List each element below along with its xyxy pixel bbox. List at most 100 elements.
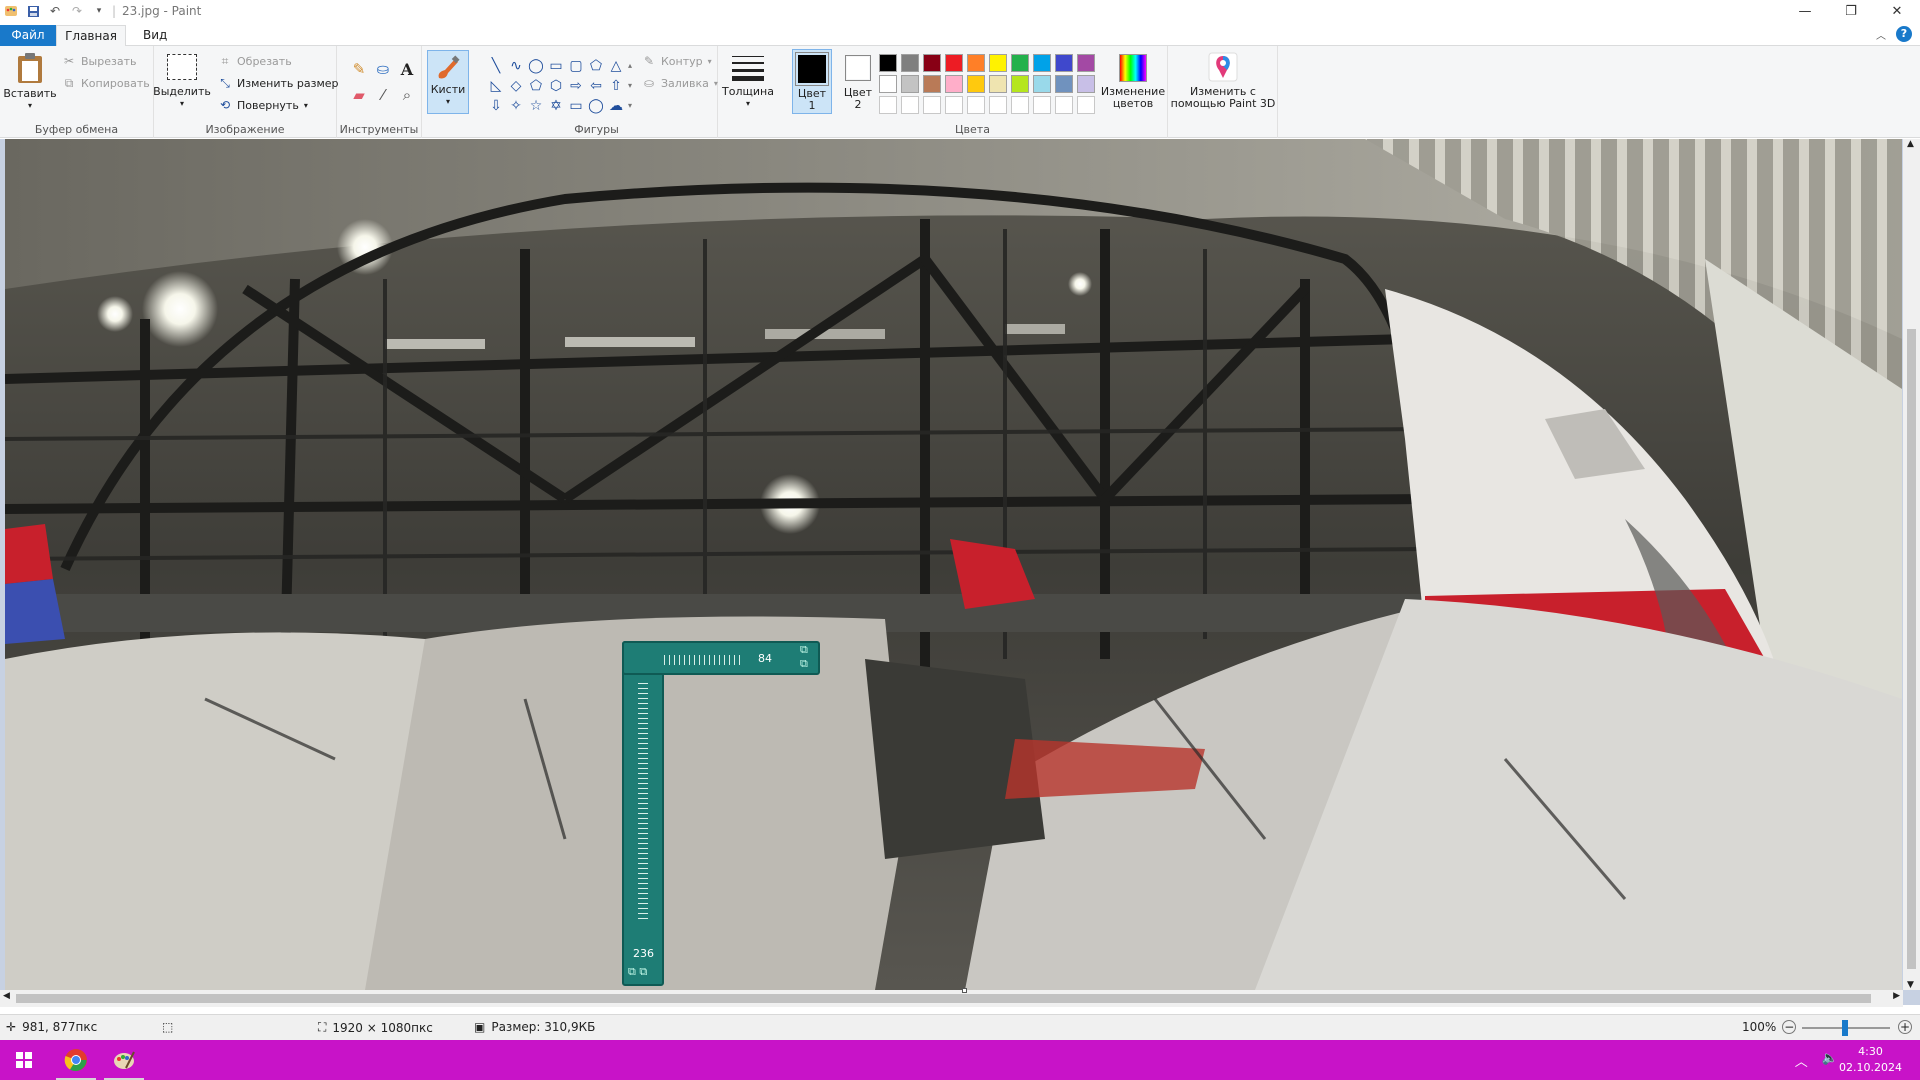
palette-swatch-empty[interactable] xyxy=(1077,96,1095,114)
arrow-up-shape-icon[interactable]: ⇧ xyxy=(606,76,626,96)
palette-swatch-empty[interactable] xyxy=(967,96,985,114)
palette-swatch[interactable] xyxy=(1033,75,1051,93)
star5-shape-icon[interactable]: ☆ xyxy=(526,96,546,116)
line-shape-icon[interactable]: ╲ xyxy=(486,56,506,76)
tray-expand-icon[interactable]: ︿ xyxy=(1795,1051,1808,1070)
palette-swatch[interactable] xyxy=(1077,54,1095,72)
scroll-down-icon[interactable]: ▼ xyxy=(1907,980,1914,990)
resize-button[interactable]: ⤡ Изменить размер xyxy=(218,76,338,90)
color-picker-icon[interactable]: ⁄ xyxy=(371,86,395,112)
pencil-icon[interactable]: ✎ xyxy=(347,60,371,86)
palette-swatch[interactable] xyxy=(879,54,897,72)
callout-oval-shape-icon[interactable]: ◯ xyxy=(586,96,606,116)
hexagon-shape-icon[interactable]: ⬡ xyxy=(546,76,566,96)
image-canvas[interactable]: 236 ✥ ⧉ ⧉ 84 ⧉⧉ xyxy=(5,139,1902,990)
close-button[interactable]: ✕ xyxy=(1874,0,1920,22)
callout-cloud-shape-icon[interactable]: ☁ xyxy=(606,96,626,116)
horizontal-scrollbar[interactable]: ◀ ▶ xyxy=(0,990,1903,1007)
zoom-out-icon[interactable]: − xyxy=(1782,1020,1797,1034)
tab-file[interactable]: Файл xyxy=(0,25,56,46)
color1-button[interactable]: Цвет 1 xyxy=(792,49,832,114)
undo-icon[interactable]: ↶ xyxy=(44,0,66,22)
customize-quick-access-icon[interactable]: ▾ xyxy=(88,0,110,22)
rounded-rectangle-shape-icon[interactable]: ▢ xyxy=(566,56,586,76)
canvas-resize-handle[interactable] xyxy=(962,988,967,993)
palette-swatch-empty[interactable] xyxy=(923,96,941,114)
palette-swatch[interactable] xyxy=(1011,54,1029,72)
shapes-scroll[interactable]: ▴ ▾ ▾ xyxy=(628,56,632,116)
paint-app-icon[interactable] xyxy=(0,0,22,22)
select-button[interactable]: Выделить ▾ xyxy=(153,54,211,110)
palette-swatch-empty[interactable] xyxy=(901,96,919,114)
palette-swatch-empty[interactable] xyxy=(1011,96,1029,114)
ruler-horizontal-resize-icon[interactable]: ⧉ ⧉ xyxy=(800,643,808,671)
palette-swatch[interactable] xyxy=(879,75,897,93)
arrow-left-shape-icon[interactable]: ⇦ xyxy=(586,76,606,96)
arrow-down-shape-icon[interactable]: ⇩ xyxy=(486,96,506,116)
palette-swatch[interactable] xyxy=(967,54,985,72)
taskbar-clock[interactable]: 4:30 02.10.2024 xyxy=(1839,1044,1902,1076)
volume-icon[interactable]: 🔈 xyxy=(1822,1051,1838,1070)
text-tool-icon[interactable]: A xyxy=(395,60,419,86)
palette-swatch-empty[interactable] xyxy=(1033,96,1051,114)
palette-swatch[interactable] xyxy=(989,54,1007,72)
eraser-icon[interactable]: ▰ xyxy=(347,86,371,112)
start-button[interactable] xyxy=(0,1040,48,1080)
redo-icon[interactable]: ↷ xyxy=(66,0,88,22)
palette-swatch[interactable] xyxy=(1055,54,1073,72)
callout-rect-shape-icon[interactable]: ▭ xyxy=(566,96,586,116)
curve-shape-icon[interactable]: ∿ xyxy=(506,56,526,76)
minimize-button[interactable]: — xyxy=(1782,0,1828,22)
palette-swatch-empty[interactable] xyxy=(945,96,963,114)
arrow-right-shape-icon[interactable]: ⇨ xyxy=(566,76,586,96)
pentagon-shape-icon[interactable]: ⬠ xyxy=(526,76,546,96)
save-icon[interactable] xyxy=(22,0,44,22)
palette-swatch[interactable] xyxy=(1077,75,1095,93)
palette-swatch-empty[interactable] xyxy=(1055,96,1073,114)
brushes-button[interactable]: Кисти ▾ xyxy=(427,50,469,114)
fill-button[interactable]: ⛀ Заливка ▾ xyxy=(642,76,718,90)
palette-swatch[interactable] xyxy=(923,75,941,93)
scroll-up-icon[interactable]: ▲ xyxy=(1907,139,1914,149)
palette-swatch[interactable] xyxy=(901,75,919,93)
magnifier-icon[interactable]: ⌕ xyxy=(395,86,419,112)
ruler-vertical[interactable]: 236 ✥ ⧉ ⧉ xyxy=(622,641,664,986)
paint3d-button[interactable]: Изменить с помощью Paint 3D xyxy=(1168,52,1278,110)
taskbar-chrome[interactable] xyxy=(52,1040,100,1080)
right-triangle-shape-icon[interactable]: ◺ xyxy=(486,76,506,96)
collapse-ribbon-icon[interactable]: ︿ xyxy=(1876,27,1886,42)
crop-button[interactable]: ⌗ Обрезать xyxy=(218,54,292,68)
triangle-shape-icon[interactable]: △ xyxy=(606,56,626,76)
palette-swatch[interactable] xyxy=(901,54,919,72)
rectangle-shape-icon[interactable]: ▭ xyxy=(546,56,566,76)
palette-swatch-empty[interactable] xyxy=(879,96,897,114)
palette-swatch-empty[interactable] xyxy=(989,96,1007,114)
oval-shape-icon[interactable]: ◯ xyxy=(526,56,546,76)
palette-swatch[interactable] xyxy=(967,75,985,93)
palette-swatch[interactable] xyxy=(1055,75,1073,93)
diamond-shape-icon[interactable]: ◇ xyxy=(506,76,526,96)
paste-button[interactable]: Вставить ▾ xyxy=(3,52,57,112)
vertical-scroll-thumb[interactable] xyxy=(1907,329,1916,969)
thickness-button[interactable]: Толщина ▾ xyxy=(722,54,774,110)
polygon-shape-icon[interactable]: ⬠ xyxy=(586,56,606,76)
scroll-right-icon[interactable]: ▶ xyxy=(1893,991,1900,1001)
restore-button[interactable]: ❐ xyxy=(1828,0,1874,22)
palette-swatch[interactable] xyxy=(923,54,941,72)
tab-home[interactable]: Главная xyxy=(56,25,126,46)
color2-button[interactable]: Цвет 2 xyxy=(840,51,876,111)
ruler-vertical-resize-icon[interactable]: ⧉ ⧉ xyxy=(628,965,647,979)
cut-button[interactable]: ✂ Вырезать xyxy=(62,54,137,68)
scroll-left-icon[interactable]: ◀ xyxy=(3,991,10,1001)
fill-bucket-icon[interactable]: ⛀ xyxy=(371,60,395,86)
zoom-in-icon[interactable]: + xyxy=(1898,1020,1912,1034)
palette-swatch[interactable] xyxy=(1033,54,1051,72)
rotate-button[interactable]: ⟲ Повернуть ▾ xyxy=(218,98,308,112)
taskbar-paint[interactable] xyxy=(100,1040,148,1080)
tab-view[interactable]: Вид xyxy=(131,25,179,46)
palette-swatch[interactable] xyxy=(1011,75,1029,93)
outline-button[interactable]: ✎ Контур ▾ xyxy=(642,54,712,68)
palette-swatch[interactable] xyxy=(945,75,963,93)
star6-shape-icon[interactable]: ✡ xyxy=(546,96,566,116)
edit-colors-button[interactable]: Изменение цветов xyxy=(1098,54,1168,110)
